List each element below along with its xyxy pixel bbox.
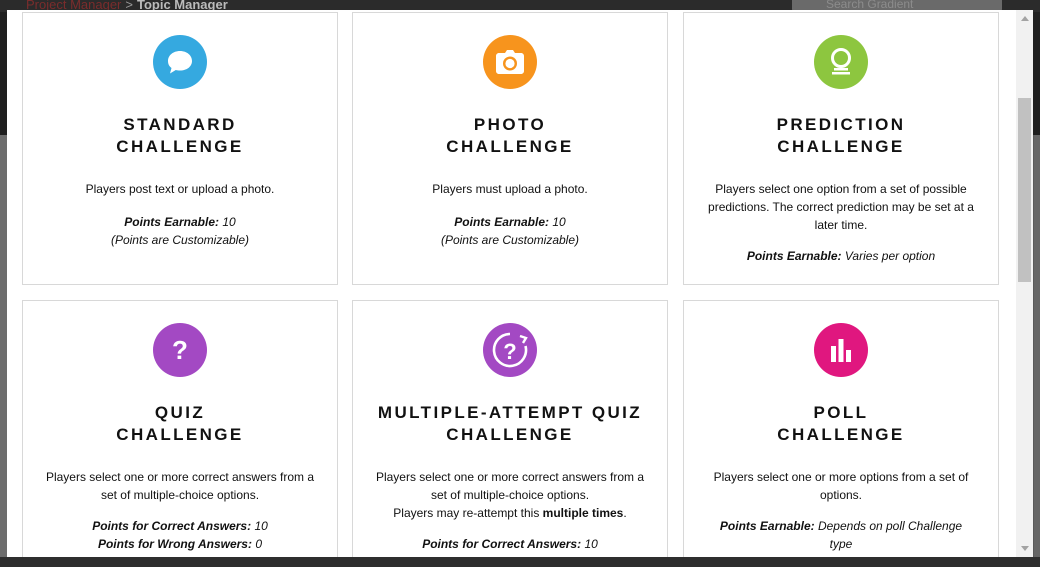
card-title: PHOTO CHALLENGE [446,115,574,156]
card-title: POLL CHALLENGE [777,403,905,444]
points-correct: Points for Correct Answers: 10 [422,537,598,551]
points-earnable: Points Earnable: 10 [124,215,236,229]
points-earnable: Points Earnable: Varies per option [746,249,936,263]
question-mark-icon: ? [153,323,207,377]
svg-text:?: ? [503,339,516,364]
bar-chart-icon [814,323,868,377]
card-description: Players post text or upload a photo. [85,182,275,196]
background-right-edge [1034,135,1040,567]
points-note: (Points are Customizable) [440,233,580,247]
scroll-up-button[interactable] [1016,10,1033,27]
card-description: Players select one or more correct answe… [45,470,315,502]
points-correct: Points for Correct Answers: 10 [92,519,268,533]
card-description: Players select one option from a set of … [708,182,974,232]
camera-icon [483,35,537,89]
background-bottom-edge [0,557,1040,567]
modal-content: STANDARD CHALLENGE Players post text or … [7,10,1016,557]
card-description: Players must upload a photo. [432,182,588,196]
card-description: Players select one or more options from … [713,470,969,502]
speech-bubble-icon [153,35,207,89]
quiz-challenge-card[interactable]: ? QUIZ CHALLENGE Players select one or m… [22,300,338,557]
prediction-challenge-card[interactable]: PREDICTION CHALLENGE Players select one … [683,12,999,285]
card-title: QUIZ CHALLENGE [116,403,244,444]
points-earnable: Points Earnable: Depends on poll Challen… [719,519,963,551]
points-earnable: Points Earnable: 10 [454,215,566,229]
card-title: PREDICTION CHALLENGE [776,115,906,156]
points-wrong: Points for Wrong Answers: 0 [97,537,263,551]
photo-challenge-card[interactable]: PHOTO CHALLENGE Players must upload a ph… [352,12,668,285]
scroll-thumb[interactable] [1018,98,1031,282]
standard-challenge-card[interactable]: STANDARD CHALLENGE Players post text or … [22,12,338,285]
chevron-down-icon [1021,546,1029,551]
points-note: (Points are Customizable) [110,233,250,247]
card-title: MULTIPLE-ATTEMPT QUIZ CHALLENGE [377,403,643,444]
card-description: Players select one or more correct answe… [375,470,645,520]
scroll-down-button[interactable] [1016,540,1033,557]
svg-text:?: ? [172,335,188,365]
chevron-up-icon [1021,16,1029,21]
challenge-type-modal: STANDARD CHALLENGE Players post text or … [7,10,1033,557]
crystal-ball-icon [814,35,868,89]
retry-question-icon: ? [483,323,537,377]
card-title: STANDARD CHALLENGE [116,115,244,156]
poll-challenge-card[interactable]: POLL CHALLENGE Players select one or mor… [683,300,999,557]
modal-scrollbar[interactable] [1016,10,1033,557]
multiple-attempt-quiz-challenge-card[interactable]: ? MULTIPLE-ATTEMPT QUIZ CHALLENGE Player… [352,300,668,557]
